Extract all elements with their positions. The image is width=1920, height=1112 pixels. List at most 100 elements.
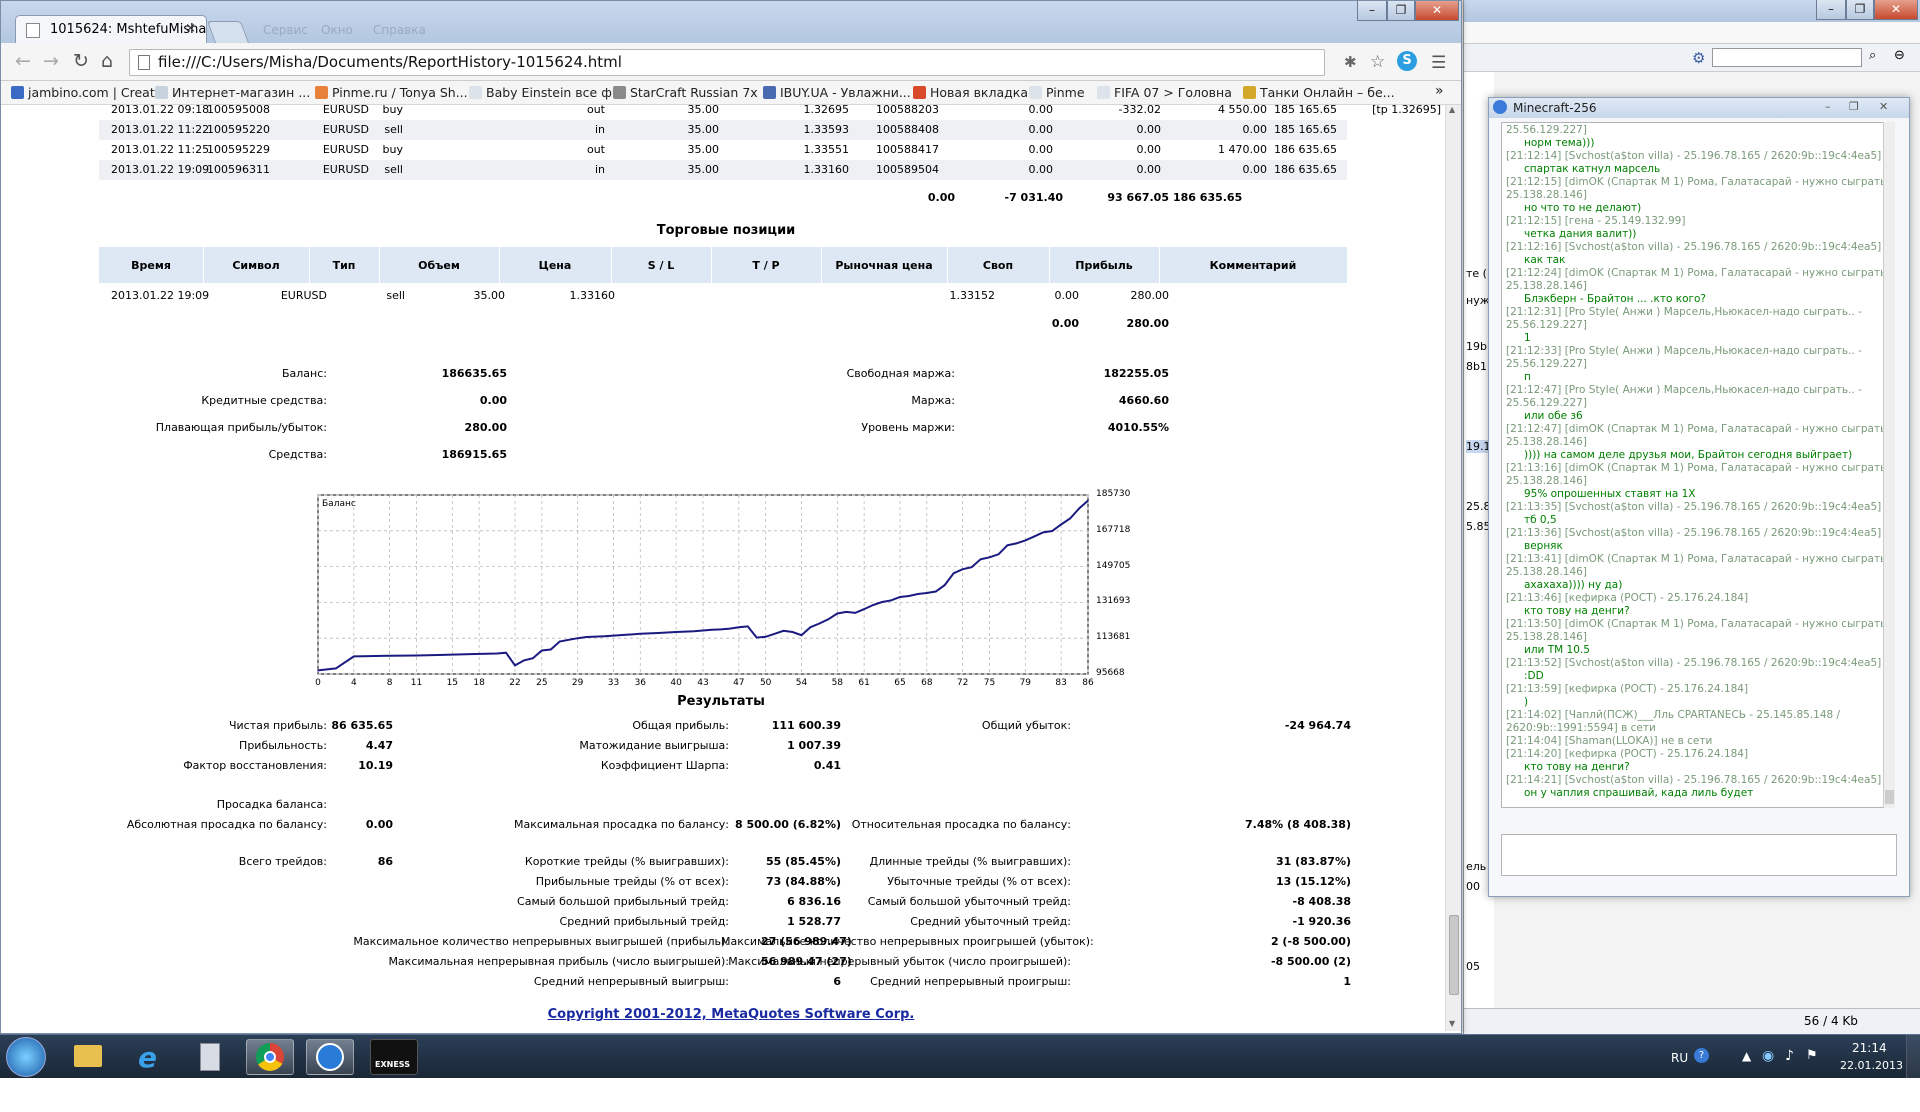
balance-point <box>863 608 865 610</box>
chat-line: или ТМ 10.5 <box>1524 644 1590 656</box>
scroll-down-icon[interactable]: ▼ <box>1449 1019 1455 1028</box>
back-arrow-icon[interactable]: ← <box>15 51 31 71</box>
column-divider <box>821 247 822 283</box>
chat-line: 2620:9b::1991:5594] в сети <box>1506 722 1656 734</box>
bg-maximize-button[interactable]: ❐ <box>1846 0 1874 20</box>
close-tab-icon[interactable]: × <box>185 21 196 36</box>
chat-input[interactable] <box>1501 834 1897 876</box>
volume-icon[interactable]: ♪ <box>1785 1048 1794 1064</box>
balance-point <box>836 612 839 615</box>
positions-col-header: Рыночная цена <box>835 259 933 272</box>
copyright-link[interactable]: Copyright 2001-2012, MetaQuotes Software… <box>521 1007 941 1022</box>
language-indicator[interactable]: RU <box>1671 1051 1688 1065</box>
forward-arrow-icon[interactable]: → <box>43 51 59 71</box>
close-button[interactable]: ✕ <box>1415 1 1459 21</box>
chat-scrollbar[interactable] <box>1883 122 1895 808</box>
chat-scroll-thumb[interactable] <box>1885 790 1894 804</box>
clock-date[interactable]: 22.01.2013 <box>1840 1059 1903 1072</box>
zoom-out-icon[interactable]: ⊖ <box>1894 48 1905 63</box>
gear-icon[interactable]: ⚙ <box>1692 49 1705 67</box>
mc-maximize-button[interactable]: ❐ <box>1849 100 1859 113</box>
bookmark-label: Новая вкладка <box>930 85 1028 100</box>
explorer-taskbar-button[interactable] <box>64 1039 112 1075</box>
bookmark-item[interactable]: IBUY.UA - Увлажни... <box>763 85 911 100</box>
deal-order: 100589504 <box>876 163 939 176</box>
page-scrollbar[interactable]: ▲ ▼ <box>1445 105 1461 1031</box>
clock-time[interactable]: 21:14 <box>1852 1041 1887 1055</box>
bookmark-item[interactable]: Интернет-магазин ... <box>155 85 310 100</box>
balance-point <box>675 631 677 633</box>
chart-x-tick: 33 <box>607 678 620 688</box>
start-button[interactable] <box>6 1037 46 1077</box>
pos-total-swap: 0.00 <box>1051 317 1079 330</box>
margin-label: Маржа: <box>911 394 955 407</box>
exness-taskbar-button[interactable]: EXNESS <box>370 1039 418 1075</box>
page-icon <box>138 55 150 70</box>
bookmarks-more-button[interactable]: » <box>1435 83 1444 99</box>
bookmark-item[interactable]: Новая вкладка <box>913 85 1028 100</box>
bookmark-item[interactable]: Pinme.ru / Tonya Sh... <box>315 85 468 100</box>
positions-col-header: S / L <box>647 259 675 272</box>
ie-taskbar-button[interactable]: e <box>126 1039 174 1075</box>
bg-minimize-button[interactable]: – <box>1816 0 1846 20</box>
star-icon[interactable]: ☆ <box>1370 52 1385 72</box>
maximize-button[interactable]: ❐ <box>1387 1 1415 21</box>
tab-report[interactable]: 1015624: MshtefuMisha - × <box>15 15 207 43</box>
loss-trades-label: Убыточные трейды (% от всех): <box>887 875 1071 888</box>
address-bar[interactable]: file:///C:/Users/Misha/Documents/ReportH… <box>129 49 1385 76</box>
scroll-up-icon[interactable]: ▲ <box>1449 105 1455 114</box>
balance-point <box>881 601 883 603</box>
help-icon[interactable]: ? <box>1694 1048 1709 1063</box>
chat-log[interactable]: 25.56.129.227] норм тема))) [21:12:14] [Sv… <box>1501 122 1893 808</box>
bookmark-item[interactable]: Pinme <box>1029 85 1085 100</box>
network-tray-icon[interactable]: ◉ <box>1762 1048 1774 1064</box>
calculator-taskbar-button[interactable] <box>186 1039 234 1075</box>
puzzle-icon[interactable]: ✱ <box>1344 53 1357 71</box>
bookmark-icon <box>1243 86 1256 99</box>
minimize-button[interactable]: – <box>1357 1 1387 21</box>
deal-deal: 100595229 <box>207 143 270 156</box>
free-margin-value: 182255.05 <box>1103 367 1169 380</box>
long-trades-label: Длинные трейды (% выигравших): <box>869 855 1071 868</box>
search-icon[interactable]: ⌕ <box>1869 48 1876 63</box>
calculator-icon <box>200 1043 220 1071</box>
show-desktop-button[interactable] <box>1906 1035 1920 1079</box>
scroll-thumb[interactable] <box>1449 915 1459 995</box>
deal-swap: -332.02 <box>1118 105 1161 116</box>
skype-icon[interactable]: S <box>1397 51 1417 71</box>
recovery-factor-value: 10.19 <box>358 759 393 772</box>
flag-icon[interactable]: ⚑ <box>1806 1048 1818 1063</box>
hamachi-taskbar-button[interactable] <box>306 1039 354 1075</box>
bookmark-label: Танки Онлайн – бе... <box>1260 85 1395 100</box>
bookmark-item[interactable]: StarCraft Russian 7x ... <box>613 85 774 100</box>
mc-close-button[interactable]: ✕ <box>1879 100 1888 113</box>
chart-y-tick: 185730 <box>1096 489 1131 499</box>
home-icon[interactable]: ⌂ <box>101 51 113 71</box>
chrome-taskbar-button[interactable] <box>246 1039 294 1075</box>
menu-icon[interactable]: ☰ <box>1431 53 1446 73</box>
chat-line: [21:12:31] [Pro Style( Анжи ) Марсель,Нь… <box>1506 306 1862 318</box>
bookmark-item[interactable]: FIFA 07 > Головна <box>1097 85 1232 100</box>
balance-point <box>1042 531 1044 534</box>
background-search-input[interactable] <box>1712 48 1862 67</box>
bookmark-item[interactable]: jambino.com | Creat... <box>11 85 167 100</box>
profit-factor-value: 4.47 <box>365 739 393 752</box>
chat-line: :DD <box>1524 670 1544 682</box>
bg-close-button[interactable]: ✕ <box>1874 0 1918 20</box>
bookmark-item[interactable]: Baby Einstein все ф... <box>469 85 624 100</box>
chat-line: [21:12:33] [Pro Style( Анжи ) Марсель,Нь… <box>1506 345 1862 357</box>
reload-icon[interactable]: ↻ <box>73 51 89 71</box>
chart-x-tick: 79 <box>1019 678 1032 688</box>
bookmark-item[interactable]: Танки Онлайн – бе... <box>1243 85 1395 100</box>
deal-symbol: EURUSD <box>322 105 369 116</box>
tray-expand-icon[interactable]: ▲ <box>1742 1049 1751 1063</box>
floating-value: 280.00 <box>464 421 507 434</box>
mc-minimize-button[interactable]: – <box>1825 100 1831 113</box>
deal-dir: out <box>586 105 605 116</box>
largest-profit-label: Самый большой прибыльный трейд: <box>517 895 729 908</box>
chrome-icon <box>256 1043 284 1071</box>
chat-line: 25.138.28.146] <box>1506 631 1587 643</box>
positions-col-header: Символ <box>232 259 280 272</box>
new-tab-button[interactable] <box>206 21 250 43</box>
balance-point <box>711 629 713 631</box>
